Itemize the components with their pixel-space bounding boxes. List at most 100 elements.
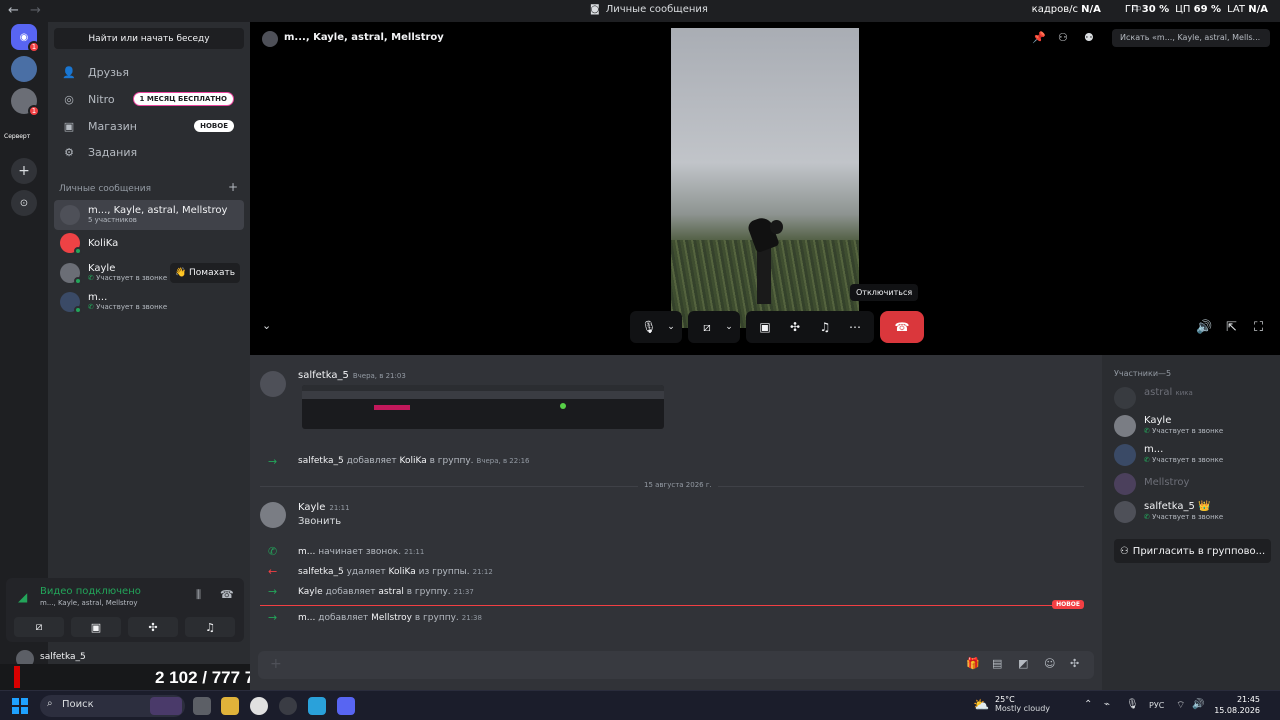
telegram-icon[interactable] (308, 697, 326, 715)
avatar[interactable] (260, 502, 286, 528)
call-stage: m..., Kayle, astral, Mellstroy 📌 ⚇ ⚉ Иск… (250, 22, 1280, 355)
message-author[interactable]: salfetka_5 (298, 370, 349, 381)
message-composer[interactable]: + 🎁 ▤ ◩ ☺ ✣ (258, 651, 1094, 679)
activities-button[interactable]: ✣ (780, 312, 810, 342)
search-icon: ⌕ (47, 698, 53, 709)
home-button[interactable]: ◉ 1 (11, 24, 40, 53)
sticker-icon[interactable]: ◩ (1018, 657, 1028, 670)
app-icon[interactable] (279, 697, 297, 715)
find-conversation-button[interactable]: Найти или начать беседу (54, 28, 244, 49)
signal-icon[interactable]: ◢ (18, 590, 27, 604)
system-message: salfetka_5 добавляет KoliKa в группу. Вче… (298, 456, 530, 466)
voice-channel-name[interactable]: m..., Kayle, astral, Mellstroy (40, 599, 138, 607)
server-label[interactable]: Серверт (4, 133, 30, 140)
task-view-icon[interactable] (193, 697, 211, 715)
apps-icon[interactable]: ✣ (1070, 657, 1079, 670)
member-item[interactable]: m... ✆ Участвует в звонке (1114, 442, 1274, 468)
chevron-down-icon[interactable]: ⌄ (664, 312, 678, 342)
member-item[interactable]: Mellstroy (1114, 471, 1274, 497)
invite-to-group-button[interactable]: ⚇ Пригласить в группово... (1114, 539, 1271, 563)
discord-icon[interactable] (337, 697, 355, 715)
member-item[interactable]: salfetka_5 👑 ✆ Участвует в звонке (1114, 499, 1274, 525)
system-message: m... добавляет Mellstroy в группу. 21:38 (298, 613, 482, 623)
arrow-left-icon: ← (268, 565, 278, 578)
search-input[interactable]: Искать «m..., Kayle, astral, Mells... (1112, 29, 1270, 47)
language-indicator[interactable]: РУС (1149, 701, 1164, 710)
member-list-header: Участники—5 (1114, 369, 1172, 378)
avatar (1114, 387, 1136, 409)
activities-icon: ✣ (148, 620, 158, 634)
activities-button[interactable]: ✣ (128, 617, 178, 637)
perf-overlay: кадров/с N/A ГП 30 % ЦП 69 % LAT N/A (1031, 4, 1268, 15)
microphone-icon: 🎙 (641, 320, 657, 334)
chevron-down-icon[interactable]: ⌄ (262, 319, 271, 332)
taskbar-widget[interactable] (150, 697, 182, 715)
server-icon[interactable] (11, 56, 37, 82)
clock[interactable]: 21:45 15.08.2026 (1210, 694, 1260, 716)
noise-suppression-icon[interactable]: ⫼ (196, 588, 201, 602)
arrow-right-icon: → (268, 611, 278, 624)
unread-badge: 1 (28, 105, 40, 117)
message-author[interactable]: Kayle (298, 502, 325, 513)
user-avatar[interactable]: 1 (11, 88, 40, 117)
volume-icon[interactable]: 🔊 (1192, 699, 1204, 710)
emoji-icon[interactable]: ☺ (1044, 657, 1055, 670)
date-divider: 15 августа 2026 г. (260, 481, 1084, 489)
network-tray-icon[interactable]: ⌁ (1104, 699, 1110, 710)
dm-item-m[interactable]: m... ✆ Участвует в звонке (54, 287, 244, 317)
member-item[interactable]: astral кика (1114, 385, 1274, 411)
popout-icon[interactable]: ⇱ (1226, 320, 1237, 335)
nav-nitro[interactable]: ◎ Nitro 1 МЕСЯЦ БЕСПЛАТНО (54, 87, 244, 111)
avatar[interactable] (260, 371, 286, 397)
nav-shop[interactable]: ▣ Магазин НОВОЕ (54, 114, 244, 138)
microphone-icon[interactable]: 🎙 (1126, 699, 1139, 710)
fullscreen-icon[interactable]: ⛶ (1254, 320, 1263, 335)
screen-share-button[interactable]: ▣ (750, 312, 780, 342)
microphone-button[interactable]: 🎙 (634, 312, 664, 342)
members-icon[interactable]: ⚉ (1084, 31, 1094, 44)
create-dm-icon[interactable]: + (228, 180, 238, 194)
file-explorer-icon[interactable] (221, 697, 239, 715)
chevron-up-icon[interactable]: ⌃ (1084, 699, 1092, 710)
voice-status: Видео подключено (40, 586, 141, 597)
voice-connected-panel: ◢ Видео подключено m..., Kayle, astral, … (6, 578, 244, 642)
add-attachment-icon[interactable]: + (270, 656, 282, 672)
image-attachment[interactable] (302, 385, 664, 429)
back-arrow-icon[interactable]: ← (8, 3, 19, 18)
chevron-down-icon[interactable]: ⌄ (722, 312, 736, 342)
start-button[interactable] (12, 698, 28, 714)
message-text: Звонить (298, 516, 342, 527)
weather-widget[interactable]: ⛅ 25°C Mostly cloudy (973, 695, 1050, 713)
message-list: salfetka_5 Вчера, в 21:03 → salfetka_5 до… (250, 355, 1102, 690)
browser-icon[interactable] (250, 697, 268, 715)
camera-off-button[interactable]: ⧄ (14, 617, 64, 637)
nav-quests[interactable]: ⚙ Задания (54, 140, 244, 164)
pin-icon[interactable]: 📌 (1032, 31, 1046, 44)
dm-item-group[interactable]: m..., Kayle, astral, Mellstroy 5 участни… (54, 200, 244, 230)
screen-share-button[interactable]: ▣ (71, 617, 121, 637)
activities-icon: ✣ (789, 320, 801, 334)
forward-arrow-icon[interactable]: → (30, 3, 41, 18)
dm-item-kolika[interactable]: KoliKa (54, 228, 244, 258)
disconnect-button[interactable]: ☎ (880, 311, 924, 343)
nav-friends[interactable]: 👤 Друзья (54, 60, 244, 84)
disconnect-icon[interactable]: ☎ (220, 588, 234, 601)
wifi-icon[interactable]: ⌔ (1176, 699, 1185, 712)
gif-icon[interactable]: ▤ (992, 657, 1002, 670)
camera-button[interactable]: ⧄ (692, 312, 722, 342)
soundboard-button[interactable]: ♫ (185, 617, 235, 637)
wave-button[interactable]: 👋 Помахать (170, 263, 240, 283)
avatar (1114, 501, 1136, 523)
phone-icon: ✆ (268, 545, 278, 558)
video-feed[interactable] (671, 28, 859, 328)
gift-icon[interactable]: 🎁 (966, 657, 980, 670)
volume-icon[interactable]: 🔊 (1196, 320, 1212, 335)
add-server-icon[interactable]: + (11, 158, 37, 184)
more-options-button[interactable]: ⋯ (840, 312, 870, 342)
progress-bar (14, 666, 20, 688)
soundboard-button[interactable]: ♫ (810, 312, 840, 342)
friends-icon: 👤 (62, 65, 76, 79)
discover-icon[interactable]: ⊙ (11, 190, 37, 216)
member-item[interactable]: Kayle ✆ Участвует в звонке (1114, 413, 1274, 439)
add-friend-icon[interactable]: ⚇ (1058, 31, 1068, 44)
